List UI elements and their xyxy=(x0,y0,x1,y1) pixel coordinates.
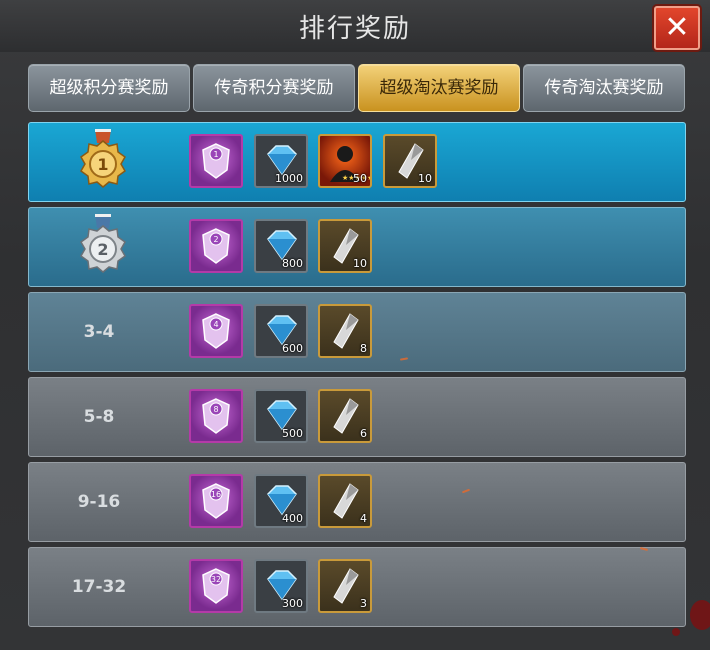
diamond-qty: 800 xyxy=(282,257,303,270)
crystal-qty: 8 xyxy=(360,342,367,355)
rank-range: 5-8 xyxy=(83,407,115,427)
reward-row: 2 2 800 10 xyxy=(28,207,686,287)
crystal-reward[interactable]: 10 xyxy=(383,134,437,188)
rank-number: 2 xyxy=(97,240,108,259)
rank-badge-icon[interactable]: 1 xyxy=(189,134,243,188)
hero-qty: 50 xyxy=(353,172,367,185)
crystal-reward[interactable]: 4 xyxy=(318,474,372,528)
crystal-qty: 10 xyxy=(353,257,367,270)
crystal-reward[interactable]: 3 xyxy=(318,559,372,613)
badge-number: 2 xyxy=(213,235,218,244)
diamond-reward[interactable]: 500 xyxy=(254,389,308,443)
badge-number: 1 xyxy=(213,150,218,159)
diamond-qty: 600 xyxy=(282,342,303,355)
crystal-qty: 10 xyxy=(418,172,432,185)
reward-row: 9-16 16 400 4 xyxy=(28,462,686,542)
rank-badge-icon[interactable]: 4 xyxy=(189,304,243,358)
shield-badge-icon: 2 xyxy=(202,228,230,264)
rank-range: 17-32 xyxy=(71,577,127,597)
tab-super-points[interactable]: 超级积分赛奖励 xyxy=(28,64,190,112)
shield-badge-icon: 16 xyxy=(202,483,230,519)
shield-badge-icon: 1 xyxy=(202,143,230,179)
rank-badge-icon[interactable]: 2 xyxy=(189,219,243,273)
tab-super-knockout[interactable]: 超级淘汰赛奖励 xyxy=(358,64,520,112)
crystal-reward[interactable]: 6 xyxy=(318,389,372,443)
crystal-qty: 3 xyxy=(360,597,367,610)
close-icon: ✕ xyxy=(664,10,690,45)
diamond-qty: 400 xyxy=(282,512,303,525)
reward-row: 3-4 4 600 8 xyxy=(28,292,686,372)
crystal-qty: 6 xyxy=(360,427,367,440)
rank-badge-icon[interactable]: 16 xyxy=(189,474,243,528)
reward-row: 5-8 8 500 6 xyxy=(28,377,686,457)
shield-badge-icon: 4 xyxy=(202,313,230,349)
reward-row: 17-32 32 300 3 xyxy=(28,547,686,627)
reward-row: 1 1 1000 ★★★★★ 50 xyxy=(28,122,686,202)
reward-panel: 排行奖励 ✕ 超级积分赛奖励 传奇积分赛奖励 超级淘汰赛奖励 传奇淘汰赛奖励 1… xyxy=(0,0,710,650)
gold-medal-icon: 1 xyxy=(80,129,126,188)
shield-badge-icon: 32 xyxy=(202,568,230,604)
silver-medal-icon: 2 xyxy=(80,214,126,273)
diamond-qty: 300 xyxy=(282,597,303,610)
badge-number: 8 xyxy=(213,405,218,414)
close-button[interactable]: ✕ xyxy=(654,6,700,50)
crystal-reward[interactable]: 10 xyxy=(318,219,372,273)
blood-splatter xyxy=(690,600,710,630)
diamond-reward[interactable]: 300 xyxy=(254,559,308,613)
badge-number: 32 xyxy=(211,575,221,584)
badge-number: 4 xyxy=(213,320,218,329)
crystal-qty: 4 xyxy=(360,512,367,525)
diamond-reward[interactable]: 800 xyxy=(254,219,308,273)
window-title: 排行奖励 xyxy=(298,14,411,44)
tab-legend-knockout[interactable]: 传奇淘汰赛奖励 xyxy=(523,64,685,112)
hero-reward[interactable]: ★★★★★ 50 xyxy=(318,134,373,188)
rank-badge-icon[interactable]: 8 xyxy=(189,389,243,443)
badge-number: 16 xyxy=(211,490,221,499)
diamond-reward[interactable]: 400 xyxy=(254,474,308,528)
crystal-reward[interactable]: 8 xyxy=(318,304,372,358)
rank-range: 9-16 xyxy=(77,492,121,512)
tab-legend-points[interactable]: 传奇积分赛奖励 xyxy=(193,64,355,112)
diamond-reward[interactable]: 600 xyxy=(254,304,308,358)
diamond-reward[interactable]: 1000 xyxy=(254,134,308,188)
rank-range: 3-4 xyxy=(83,322,115,342)
diamond-qty: 1000 xyxy=(275,172,303,185)
blood-splatter xyxy=(672,628,680,636)
title-bar: 排行奖励 ✕ xyxy=(0,0,710,52)
rank-badge-icon[interactable]: 32 xyxy=(189,559,243,613)
rank-number: 1 xyxy=(97,155,108,174)
tab-bar: 超级积分赛奖励 传奇积分赛奖励 超级淘汰赛奖励 传奇淘汰赛奖励 xyxy=(28,64,685,112)
diamond-qty: 500 xyxy=(282,427,303,440)
shield-badge-icon: 8 xyxy=(202,398,230,434)
